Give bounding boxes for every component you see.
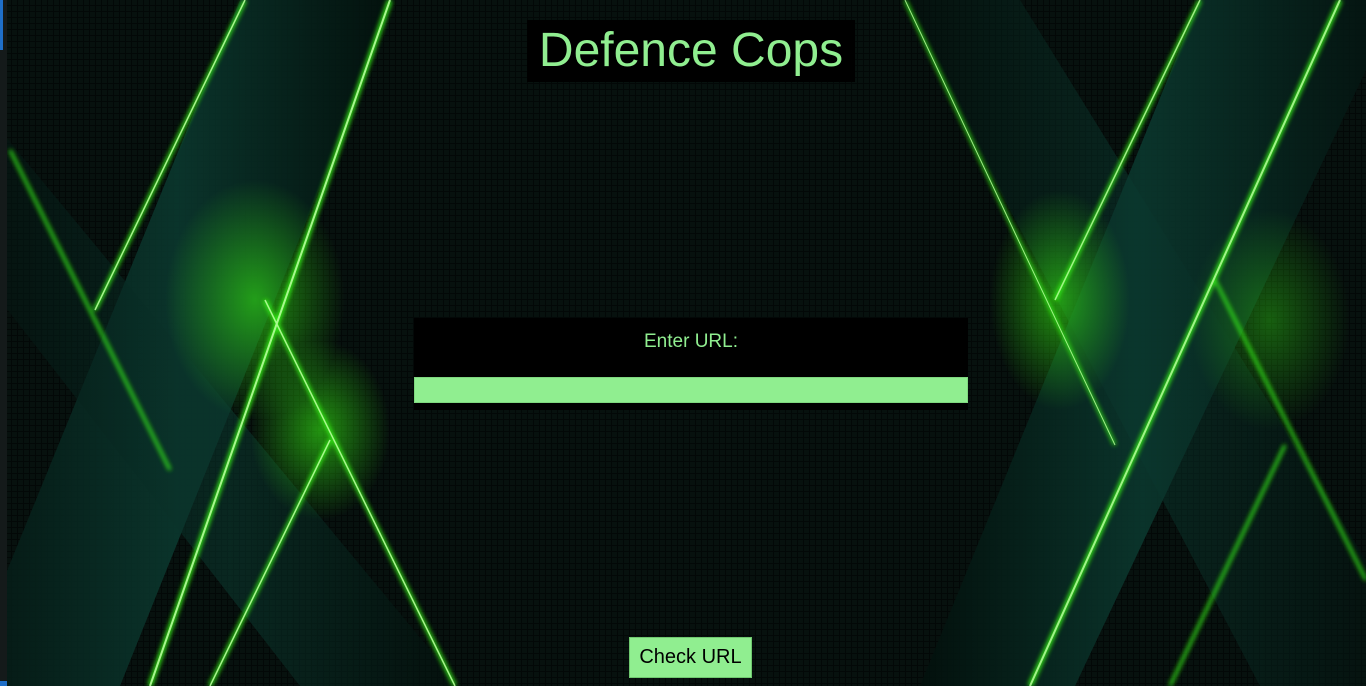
edge-accent-bottom — [0, 681, 7, 686]
page-title: Defence Cops — [527, 20, 855, 82]
url-input[interactable] — [414, 377, 968, 403]
edge-accent-top — [0, 0, 3, 50]
window-edge-strip — [0, 0, 7, 686]
url-label: Enter URL: — [644, 331, 738, 352]
url-form-panel: Enter URL: — [414, 318, 968, 410]
check-url-button[interactable]: Check URL — [629, 637, 752, 678]
